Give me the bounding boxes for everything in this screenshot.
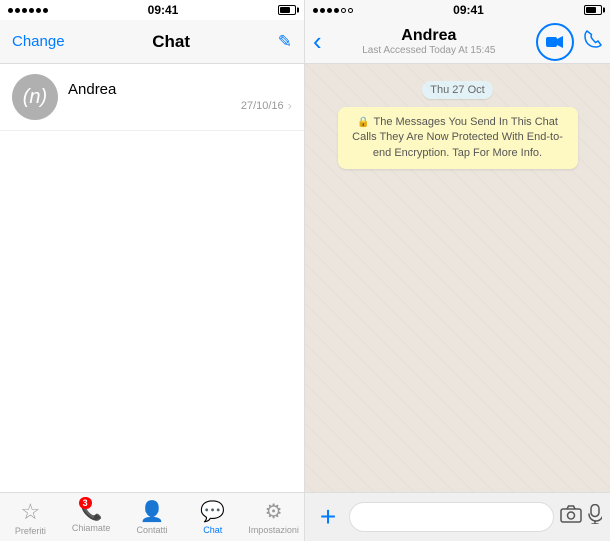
settings-icon: ⚙ bbox=[265, 499, 283, 524]
chat-input-bar: + bbox=[305, 492, 610, 541]
system-message[interactable]: The Messages You Send In This Chat Calls… bbox=[338, 107, 578, 169]
tab-preferiti-label: Preferiti bbox=[15, 526, 46, 536]
camera-button[interactable] bbox=[560, 505, 582, 529]
tab-chiamate-label: Chiamate bbox=[72, 523, 111, 533]
left-header: Change Chat ✎ bbox=[0, 20, 304, 64]
dot2 bbox=[320, 8, 325, 13]
left-tabbar: ☆ Preferiti 3 📞 Chiamate 👤 Contatti 💬 Ch… bbox=[0, 492, 304, 541]
dot1 bbox=[313, 8, 318, 13]
right-signal bbox=[313, 8, 353, 13]
contacts-icon: 👤 bbox=[140, 499, 165, 524]
date-separator: Thu 27 Oct bbox=[313, 80, 602, 99]
chat-list: (n) Andrea 27/10/16 › bbox=[0, 64, 304, 492]
add-button[interactable]: + bbox=[313, 502, 343, 532]
chat-date: 27/10/16 bbox=[241, 100, 284, 112]
tab-chat[interactable]: 💬 Chat bbox=[182, 493, 243, 541]
left-time: 09:41 bbox=[148, 3, 179, 17]
back-button[interactable]: ‹ bbox=[313, 26, 322, 57]
tab-contatti-label: Contatti bbox=[136, 525, 167, 535]
left-title: Chat bbox=[152, 32, 190, 52]
change-button[interactable]: Change bbox=[12, 33, 65, 50]
right-battery bbox=[584, 5, 602, 15]
contact-status: Last Accessed Today At 15:45 bbox=[362, 45, 495, 56]
chat-item-andrea[interactable]: (n) Andrea 27/10/16 › bbox=[0, 64, 304, 131]
avatar: (n) bbox=[12, 74, 58, 120]
contact-info: Andrea Last Accessed Today At 15:45 bbox=[328, 27, 530, 56]
contact-name[interactable]: Andrea bbox=[401, 27, 456, 45]
chat-icon: 💬 bbox=[200, 499, 225, 524]
right-panel: 09:41 ‹ Andrea Last Accessed Today At 15… bbox=[305, 0, 610, 541]
tab-chat-label: Chat bbox=[203, 525, 222, 535]
dot6 bbox=[348, 8, 353, 13]
dot3 bbox=[327, 8, 332, 13]
right-header: ‹ Andrea Last Accessed Today At 15:45 bbox=[305, 20, 610, 64]
chat-meta: 27/10/16 › bbox=[68, 98, 292, 113]
tab-preferiti[interactable]: ☆ Preferiti bbox=[0, 493, 61, 541]
tab-impostazioni-label: Impostazioni bbox=[248, 525, 299, 535]
compose-icon[interactable]: ✎ bbox=[278, 32, 292, 52]
star-icon: ☆ bbox=[21, 499, 41, 525]
message-input[interactable] bbox=[349, 502, 554, 532]
chat-messages: Thu 27 Oct The Messages You Send In This… bbox=[305, 64, 610, 492]
chat-info: Andrea 27/10/16 › bbox=[68, 81, 292, 113]
right-time: 09:41 bbox=[453, 3, 484, 17]
chat-name: Andrea bbox=[68, 81, 292, 98]
tab-impostazioni[interactable]: ⚙ Impostazioni bbox=[243, 493, 304, 541]
chat-arrow: › bbox=[288, 98, 292, 113]
chiamate-badge: 3 bbox=[79, 497, 92, 509]
dot4 bbox=[334, 8, 339, 13]
mic-button[interactable] bbox=[588, 504, 602, 530]
left-status-bar: 09:41 bbox=[0, 0, 304, 20]
video-call-button[interactable] bbox=[536, 23, 574, 61]
signal-dots bbox=[8, 8, 48, 13]
battery-indicator bbox=[278, 5, 296, 15]
tab-contatti[interactable]: 👤 Contatti bbox=[122, 493, 183, 541]
left-panel: 09:41 Change Chat ✎ (n) Andrea 27/10/16 … bbox=[0, 0, 305, 541]
phone-button[interactable] bbox=[584, 30, 602, 54]
right-status-bar: 09:41 bbox=[305, 0, 610, 20]
date-pill: Thu 27 Oct bbox=[422, 81, 492, 99]
dot5 bbox=[341, 8, 346, 13]
tab-chiamate[interactable]: 3 📞 Chiamate bbox=[61, 493, 122, 541]
